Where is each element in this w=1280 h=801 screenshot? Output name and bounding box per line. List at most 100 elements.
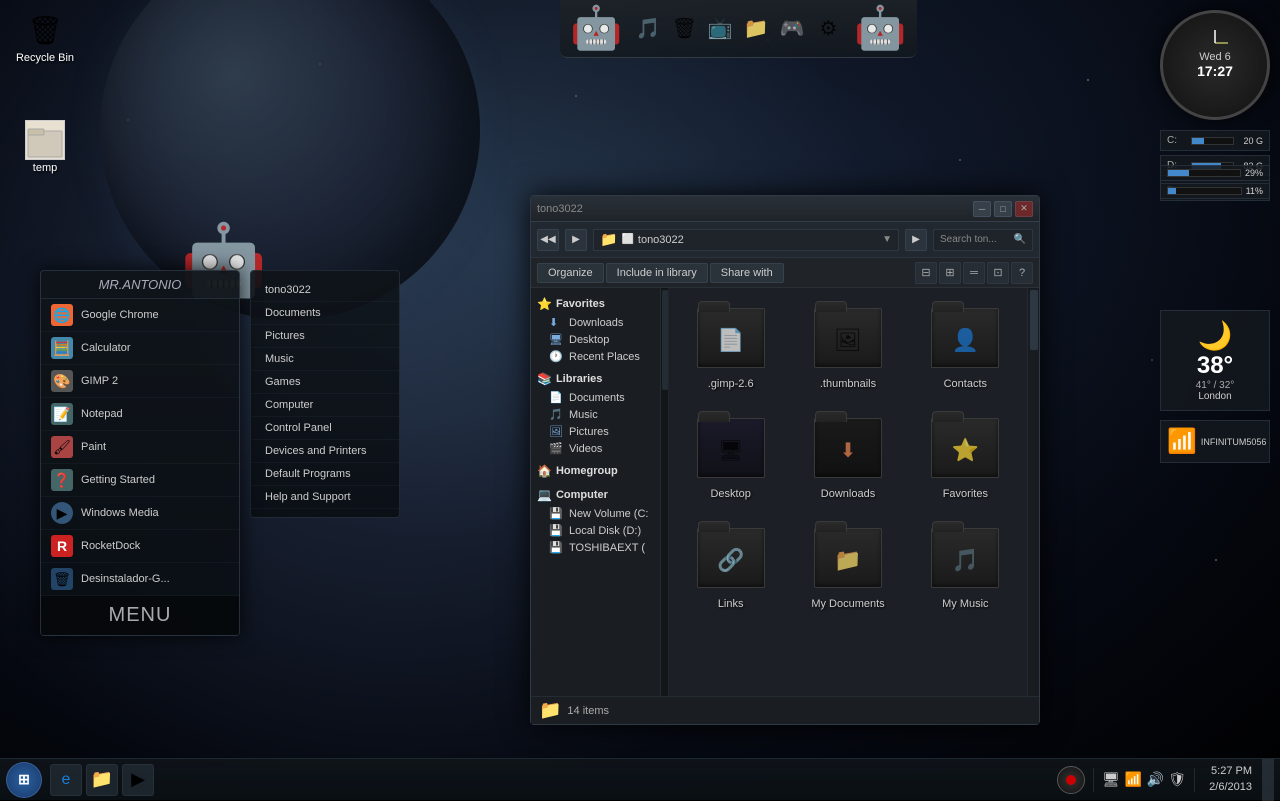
start-item-calculator[interactable]: 🧮 Calculator [41,332,239,365]
view-icon4[interactable]: ⊡ [987,262,1009,284]
folder-gimp[interactable]: 📄 .gimp-2.6 [677,296,784,396]
scrollbar-thumb[interactable] [1030,290,1038,350]
computer-sidebar-icon: 💻 [537,488,552,502]
quick-item-pictures[interactable]: Pictures [251,325,399,348]
start-item-wmedia[interactable]: ▶ Windows Media [41,497,239,530]
folder-thumbnails[interactable]: 🖼 .thumbnails [794,296,901,396]
temp-folder-icon[interactable]: temp [10,120,80,174]
start-item-notepad[interactable]: 📝 Notepad [41,398,239,431]
menu-label[interactable]: MENU [109,604,172,627]
wmedia-label: Windows Media [81,507,159,519]
forward-button[interactable]: ▶ [565,229,587,251]
address-text[interactable]: tono3022 [638,234,684,246]
start-item-desinstall[interactable]: 🗑 Desinstalador-G... [41,563,239,596]
dock-item-music[interactable]: 🎵 [632,13,664,45]
minimize-button[interactable]: ─ [973,201,991,217]
quick-item-control-panel[interactable]: Control Panel [251,417,399,440]
folder-my-documents[interactable]: 📁 My Documents [794,516,901,616]
quick-item-tono3022[interactable]: tono3022 [251,279,399,302]
sidebar-item-lib-documents[interactable]: 📄 Documents [531,389,660,406]
start-button[interactable]: ⊞ [6,762,42,798]
sidebar-item-downloads[interactable]: ⬇ Downloads [531,314,660,331]
help-icon[interactable]: ? [1011,262,1033,284]
back-button[interactable]: ◀◀ [537,229,559,251]
explorer-body: ⭐ Favorites ⬇ Downloads 🖥 Desktop 🕐 Rece… [531,288,1039,696]
maximize-button[interactable]: □ [994,201,1012,217]
sidebar-item-desktop[interactable]: 🖥 Desktop [531,331,660,348]
include-in-library-button[interactable]: Include in library [606,263,708,283]
address-icon: ⬜ [621,234,633,245]
address-go-button[interactable]: ▶ [905,229,927,251]
start-item-rocketdock[interactable]: R RocketDock [41,530,239,563]
folder-contacts[interactable]: 👤 Contacts [912,296,1019,396]
view-icon3[interactable]: ═ [963,262,985,284]
start-item-chrome[interactable]: 🌐 Google Chrome [41,299,239,332]
start-item-gimp[interactable]: 🎨 GIMP 2 [41,365,239,398]
tray-icon-network[interactable]: 📶 [1124,771,1142,789]
organize-button[interactable]: Organize [537,263,604,283]
sidebar-item-local-disk[interactable]: 💾 Local Disk (D:) [531,522,660,539]
sidebar-scrollbar[interactable] [661,288,669,696]
sidebar-favorites-header[interactable]: ⭐ Favorites [531,294,660,314]
sidebar-item-lib-videos[interactable]: 🎬 Videos [531,440,660,457]
folder-contacts-icon: 👤 [929,302,1001,374]
quick-item-documents[interactable]: Documents [251,302,399,325]
dock-item-game[interactable]: 🎮 [776,13,808,45]
view-icon2[interactable]: ⊞ [939,262,961,284]
sidebar-computer-header[interactable]: 💻 Computer [531,485,660,505]
sidebar-item-lib-music[interactable]: 🎵 Music [531,406,660,423]
show-desktop-button[interactable] [1262,759,1274,801]
lib-vids-label: Videos [569,443,602,455]
sidebar-item-new-volume[interactable]: 💾 New Volume (C: [531,505,660,522]
explorer-action-bar: Organize Include in library Share with ⊟… [531,258,1039,288]
tray-icon-shield[interactable]: 🛡 [1168,771,1186,789]
quick-item-music[interactable]: Music [251,348,399,371]
sidebar-libraries-header[interactable]: 📚 Libraries [531,369,660,389]
folder-favorites[interactable]: ⭐ Favorites [912,406,1019,506]
taskbar-mediaplayer-icon[interactable]: ▶ [122,764,154,796]
quick-item-help[interactable]: Help and Support [251,486,399,509]
desktop-nav-label: Desktop [569,334,609,346]
sidebar-homegroup-header[interactable]: 🏠 Homegroup [531,461,660,481]
view-icon1[interactable]: ⊟ [915,262,937,284]
taskbar-explorer-icon[interactable]: 📁 [86,764,118,796]
dock-item-settings[interactable]: ⚙ [812,13,844,45]
gimp-icon: 🎨 [51,370,73,392]
file-explorer-icon: 📁 [91,769,113,790]
explorer-main-scrollbar[interactable] [1027,288,1039,696]
quick-item-computer[interactable]: Computer [251,394,399,417]
homegroup-label: Homegroup [556,465,618,477]
share-with-button[interactable]: Share with [710,263,784,283]
sidebar-homegroup-section: 🏠 Homegroup [531,461,660,481]
start-item-getting-started[interactable]: ❓ Getting Started [41,464,239,497]
folder-desktop[interactable]: 🖥 Desktop [677,406,784,506]
folder-downloads[interactable]: ⬇ Downloads [794,406,901,506]
dock-item-folder[interactable]: 📁 [740,13,772,45]
dock-item-media[interactable]: 📺 [704,13,736,45]
record-button[interactable] [1057,766,1085,794]
quick-item-devices[interactable]: Devices and Printers [251,440,399,463]
address-dropdown[interactable]: ▼ [882,234,892,245]
resource-item-c: C: 20 G [1160,130,1270,151]
quick-item-default-programs[interactable]: Default Programs [251,463,399,486]
taskbar-ie-icon[interactable]: e [50,764,82,796]
weather-temperature: 38° [1197,352,1233,380]
volume-c-icon: 💾 [549,507,565,520]
sidebar-item-lib-pictures[interactable]: 🖼 Pictures [531,423,660,440]
tray-icon-volume[interactable]: 🔊 [1146,771,1164,789]
close-button[interactable]: ✕ [1015,201,1033,217]
folder-links-label: Links [718,598,744,610]
folder-gimp-icon: 📄 [695,302,767,374]
start-item-paint[interactable]: 🖌 Paint [41,431,239,464]
folder-thumbnails-label: .thumbnails [820,378,876,390]
dock-item-trash[interactable]: 🗑 [668,13,700,45]
folder-links[interactable]: 🔗 Links [677,516,784,616]
search-bar[interactable]: Search ton... 🔍 [933,229,1033,251]
recycle-bin-icon[interactable]: 🗑 Recycle Bin [10,10,80,64]
folder-my-music[interactable]: 🎵 My Music [912,516,1019,616]
sidebar-item-recent[interactable]: 🕐 Recent Places [531,348,660,365]
quick-item-games[interactable]: Games [251,371,399,394]
sidebar-item-toshiba[interactable]: 💾 TOSHIBAEXT ( [531,539,660,556]
explorer-status-bar: 📁 14 items [531,696,1039,724]
tray-icon-monitor[interactable]: 🖥 [1102,771,1120,789]
